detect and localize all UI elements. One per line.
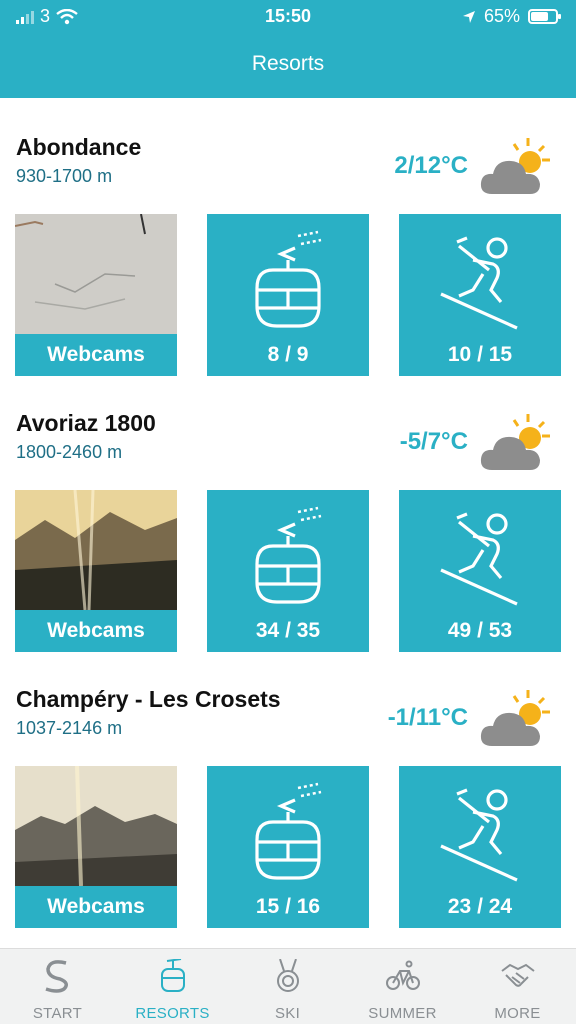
- tab-label: RESORTS: [135, 1005, 210, 1022]
- webcam-image: [15, 214, 177, 334]
- top-header: 3 15:50 65% Resorts: [0, 0, 576, 98]
- status-right: 65%: [462, 6, 561, 27]
- webcam-image: [15, 490, 177, 611]
- sun-behind-cloud-icon: [480, 414, 550, 470]
- lifts-count: 8 / 9: [267, 343, 309, 366]
- slopes-count: 10 / 15: [447, 343, 513, 366]
- lifts-tile[interactable]: 8 / 9: [207, 214, 369, 376]
- gondola-icon: [255, 782, 322, 880]
- slopes-tile[interactable]: 10 / 15: [399, 214, 561, 376]
- webcam-tile[interactable]: Webcams: [15, 214, 177, 376]
- resort-card[interactable]: Champéry - Les Crosets 1037-2146 m -1/11…: [0, 668, 576, 944]
- slopes-count: 49 / 53: [447, 619, 513, 642]
- webcam-label: Webcams: [15, 334, 177, 376]
- location-arrow-icon: [462, 10, 475, 23]
- status-bar: 3 15:50 65%: [0, 0, 576, 34]
- skier-icon: [440, 512, 518, 606]
- gondola-icon: [255, 230, 322, 328]
- resort-name: Avoriaz 1800: [16, 410, 156, 436]
- bike-icon: [386, 960, 420, 990]
- tab-ski[interactable]: SKI: [230, 949, 345, 1024]
- resort-temperature: -1/11°C: [387, 704, 468, 731]
- resort-card[interactable]: Avoriaz 1800 1800-2460 m -5/7°C Webcams …: [0, 392, 576, 668]
- sun-behind-cloud-icon: [480, 690, 550, 746]
- resort-temperature: -5/7°C: [399, 428, 468, 455]
- tab-label: START: [32, 1005, 83, 1022]
- webcam-tile[interactable]: Webcams: [15, 490, 177, 652]
- tab-bar: START RESORTS SKI SUMMER MORE: [0, 948, 576, 1024]
- resort-altitude: 1800-2460 m: [16, 442, 123, 462]
- tab-label: SKI: [274, 1005, 301, 1022]
- lifts-count: 34 / 35: [255, 619, 321, 642]
- skier-icon: [440, 236, 518, 330]
- webcam-image: [15, 766, 177, 887]
- tab-label: SUMMER: [368, 1005, 437, 1022]
- gondola-icon: [161, 959, 185, 992]
- lifts-count: 15 / 16: [255, 895, 321, 918]
- slopes-tile[interactable]: 23 / 24: [399, 766, 561, 928]
- resort-card[interactable]: Abondance 930-1700 m 2/12°C Webcams 8 / …: [0, 116, 576, 392]
- handshake-icon: [501, 963, 535, 987]
- slopes-count: 23 / 24: [447, 895, 513, 918]
- sun-behind-cloud-icon: [480, 138, 550, 194]
- slopes-tile[interactable]: 49 / 53: [399, 490, 561, 652]
- lifts-tile[interactable]: 34 / 35: [207, 490, 369, 652]
- page-title: Resorts: [251, 52, 325, 75]
- tab-resorts[interactable]: RESORTS: [115, 949, 230, 1024]
- resort-name: Abondance: [16, 134, 142, 160]
- s-logo-icon: [45, 960, 68, 993]
- lifts-tile[interactable]: 15 / 16: [207, 766, 369, 928]
- resort-name: Champéry - Les Crosets: [16, 686, 281, 712]
- resort-temperature: 2/12°C: [394, 152, 468, 179]
- tab-label: MORE: [494, 1005, 541, 1022]
- tab-summer[interactable]: SUMMER: [345, 949, 460, 1024]
- webcam-label: Webcams: [15, 886, 177, 928]
- webcam-label: Webcams: [15, 610, 177, 652]
- tab-start[interactable]: START: [0, 949, 115, 1024]
- gondola-icon: [255, 506, 322, 604]
- webcam-tile[interactable]: Webcams: [15, 766, 177, 928]
- skier-icon: [440, 788, 518, 882]
- battery-icon: [528, 9, 561, 24]
- battery-percent: 65%: [483, 6, 520, 26]
- resort-altitude: 930-1700 m: [16, 166, 113, 186]
- resort-altitude: 1037-2146 m: [16, 718, 123, 738]
- medal-icon: [277, 959, 299, 992]
- tab-more[interactable]: MORE: [460, 949, 575, 1024]
